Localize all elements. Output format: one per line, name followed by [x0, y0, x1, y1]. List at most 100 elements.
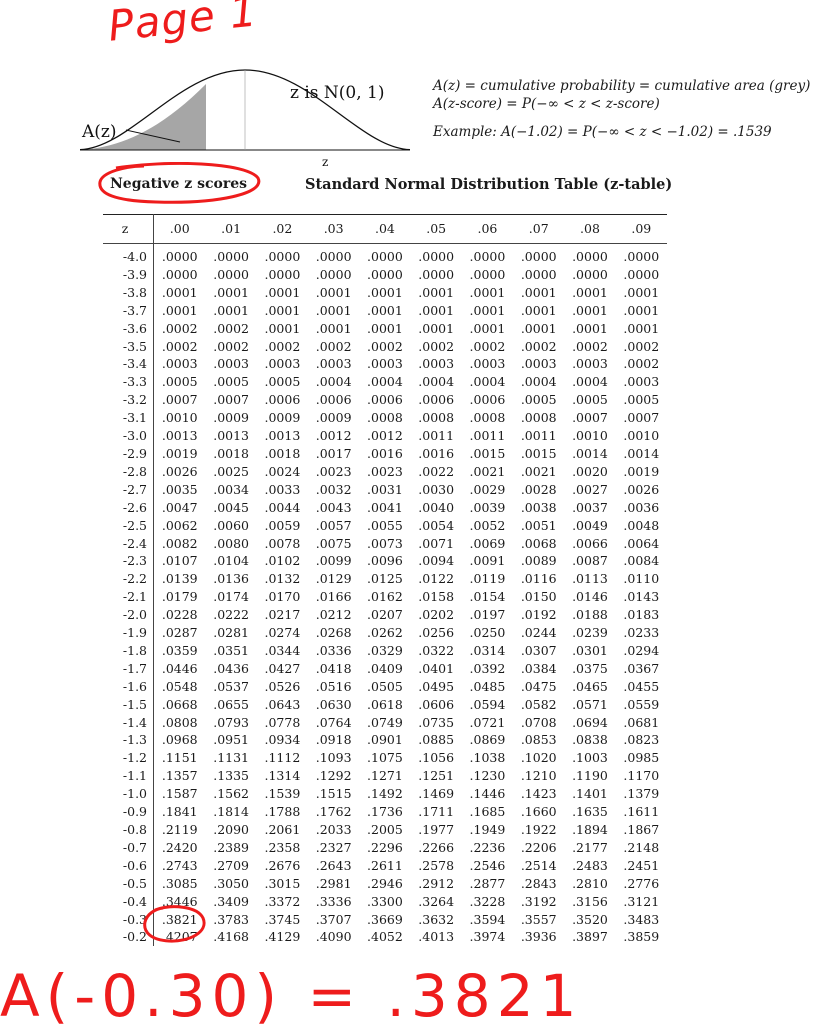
table-row: -4.0 .0000 .0000 .0000 .0000 .0000 .0000 .0000.… [103, 243, 667, 266]
probability-cell: .0001 [315, 320, 352, 336]
probability-cell: .0418 [315, 660, 352, 676]
probability-cell: .0007 [572, 410, 608, 426]
probability-cell: .0918 [315, 732, 352, 748]
probability-cell: .2946 [367, 875, 403, 891]
probability-cell: .0202 [418, 607, 455, 623]
probability-cell: .0436 [213, 660, 250, 676]
probability-cell: .1469 [418, 786, 455, 802]
probability-cell: .0044 [264, 499, 301, 515]
probability-cell: .3264 [418, 893, 455, 909]
probability-cell: .2546 [469, 857, 506, 873]
probability-cell: .3707 [315, 911, 352, 927]
info-line-2: A(z-score) = P(−∞ < z < z-score) [433, 96, 660, 112]
probability-cell: .1922 [520, 822, 557, 837]
probability-cell: .0010 [623, 428, 660, 444]
z-value-cell: -1.0 [103, 785, 154, 804]
probability-cell: .0051 [520, 517, 557, 533]
z-value-cell: -0.9 [103, 803, 154, 821]
z-value-cell: -2.8 [103, 462, 154, 481]
table-row: -2.8 .0026 .0025 .0024 .0023 .0023 .0022 .0021.… [103, 462, 667, 481]
probability-cell: .1131 [213, 750, 250, 766]
probability-cell: .2776 [623, 875, 660, 891]
probability-cell: .0001 [623, 284, 660, 300]
probability-cell: .0004 [469, 374, 506, 390]
probability-cell: .0351 [213, 642, 250, 658]
probability-cell: .0012 [367, 428, 403, 444]
probability-cell: .0000 [520, 249, 557, 264]
probability-cell: .0021 [469, 463, 506, 479]
probability-cell: .0025 [213, 463, 250, 479]
probability-cell: .0322 [418, 642, 455, 658]
probability-cell: .0001 [161, 284, 198, 300]
probability-cell: .0192 [520, 607, 557, 623]
table-body: -4.0 .0000 .0000 .0000 .0000 .0000 .0000 .0000.… [103, 243, 667, 947]
probability-cell: .0059 [264, 517, 301, 533]
table-row: -1.5 .0668 .0655 .0643 .0630 .0618 .0606 .0594.… [103, 695, 667, 714]
probability-cell: .0001 [572, 320, 608, 336]
z-value-cell: -2.1 [103, 588, 154, 607]
header-col: .03 [323, 221, 344, 237]
probability-cell: .0003 [623, 374, 660, 390]
probability-cell: .0197 [469, 607, 506, 623]
probability-cell: .0122 [418, 571, 455, 587]
probability-cell: .0188 [572, 607, 608, 623]
probability-cell: .0014 [572, 445, 608, 461]
probability-cell: .2358 [264, 839, 301, 855]
probability-cell: .0125 [367, 571, 403, 587]
probability-cell: .0643 [264, 696, 301, 712]
probability-cell: .0031 [367, 481, 403, 497]
probability-cell: .0274 [264, 625, 301, 641]
probability-cell: .0307 [520, 642, 557, 658]
probability-cell: .0475 [520, 678, 557, 694]
probability-cell: .0606 [418, 696, 455, 712]
probability-cell: .0001 [213, 284, 250, 300]
probability-cell: .0485 [469, 678, 506, 694]
z-value-cell: -3.0 [103, 427, 154, 445]
probability-cell: .0537 [213, 678, 250, 694]
header-col: .06 [477, 221, 498, 237]
handwritten-circle-cell [143, 905, 206, 943]
probability-cell: .0003 [264, 356, 301, 372]
probability-cell: .0000 [469, 266, 506, 282]
z-value-cell: -3.7 [103, 301, 154, 320]
z-value-cell: -0.8 [103, 821, 154, 839]
probability-cell: .0427 [264, 660, 301, 676]
probability-cell: .0119 [469, 571, 506, 587]
probability-cell: .2420 [161, 839, 198, 855]
probability-cell: .0139 [161, 571, 198, 587]
table-row: -1.6 .0548 .0537 .0526 .0516 .0505 .0495 .0485.… [103, 677, 667, 696]
z-table: z .00 .01 .02 .03 .04 .05 .06 .07 .08 .09 -4.0 .000… [103, 214, 667, 947]
table-row: -0.9 .1841 .1814 .1788 .1762 .1736 .1711 .1685.… [103, 803, 667, 821]
probability-cell: .0003 [418, 356, 455, 372]
probability-cell: .3050 [213, 875, 250, 891]
probability-cell: .2236 [469, 839, 506, 855]
probability-cell: .1401 [572, 786, 608, 802]
probability-cell: .0735 [418, 714, 455, 730]
probability-cell: .2177 [572, 839, 608, 855]
probability-cell: .0018 [213, 445, 250, 461]
probability-cell: .3015 [264, 875, 301, 891]
probability-cell: .3483 [623, 911, 660, 927]
probability-cell: .0045 [213, 499, 250, 515]
table-row: -1.7 .0446 .0436 .0427 .0418 .0409 .0401 .0392.… [103, 659, 667, 678]
probability-cell: .2676 [264, 857, 301, 873]
probability-cell: .1949 [469, 822, 506, 837]
probability-cell: .0001 [469, 320, 506, 336]
probability-cell: .0681 [623, 714, 660, 730]
header-col: .07 [528, 221, 549, 237]
probability-cell: .0764 [315, 714, 352, 730]
probability-cell: .0000 [264, 249, 301, 264]
probability-cell: .2005 [367, 822, 403, 837]
probability-cell: .1562 [213, 786, 250, 802]
probability-cell: .1814 [213, 804, 250, 820]
probability-cell: .0934 [264, 732, 301, 748]
probability-cell: .1539 [264, 786, 301, 802]
probability-cell: .2643 [315, 857, 352, 873]
probability-cell: .0003 [520, 356, 557, 372]
probability-cell: .1685 [469, 804, 506, 820]
probability-cell: .0001 [315, 302, 352, 318]
probability-cell: .0000 [572, 266, 608, 282]
probability-cell: .0668 [161, 696, 198, 712]
table-row: -2.7 .0035 .0034 .0033 .0032 .0031 .0030 .0029.… [103, 480, 667, 499]
header-col: .09 [631, 221, 652, 237]
